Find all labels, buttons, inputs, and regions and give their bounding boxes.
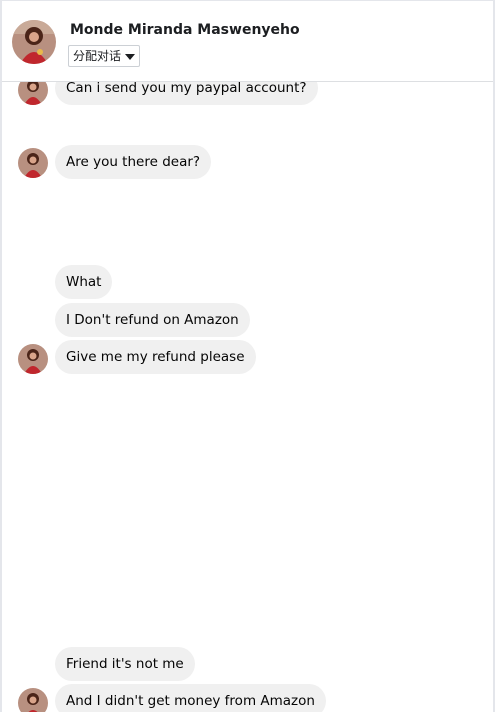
conversation-header: Monde Miranda Maswenyeho 分配对话 [2,0,493,82]
assign-conversation-label: 分配对话 [73,49,122,63]
message-bubble[interactable]: I Don't refund on Amazon [55,303,250,337]
message-bubble[interactable]: Give me my refund please [55,340,256,374]
avatar-photo-icon [12,20,56,64]
avatar[interactable] [18,688,48,712]
assign-conversation-dropdown[interactable]: 分配对话 [68,45,141,67]
avatar[interactable] [18,344,48,374]
message-thread[interactable]: Can i send you my paypal account? Are yo… [2,0,493,712]
message-bubble[interactable]: Friend it's not me [55,647,195,681]
message-bubble[interactable]: And I didn't get money from Amazon [55,684,326,712]
avatar-photo-icon [18,148,48,178]
avatar[interactable] [12,20,56,64]
contact-name[interactable]: Monde Miranda Maswenyeho [70,22,300,38]
avatar-photo-icon [18,688,48,712]
chevron-down-icon [125,53,136,60]
message-bubble[interactable]: Are you there dear? [55,145,212,179]
avatar-photo-icon [18,344,48,374]
avatar[interactable] [18,148,48,178]
message-bubble[interactable]: What [55,265,113,299]
